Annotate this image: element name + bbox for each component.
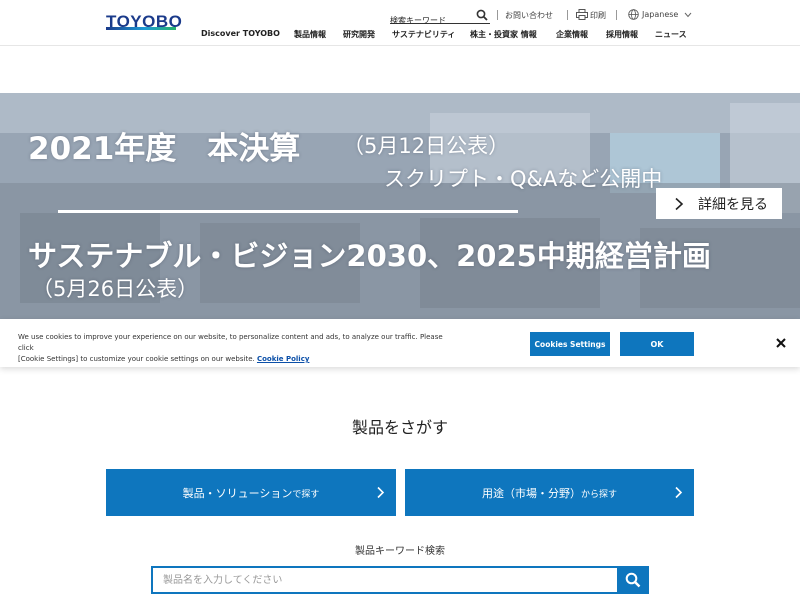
cookie-message-line2: [Cookie Settings] to customize your cook… (18, 355, 255, 363)
nav-sustainability[interactable]: サステナビリティ (392, 29, 455, 40)
hero-headline-3: サステナブル・ビジョン2030、2025中期経営計画 (28, 239, 711, 273)
nav-investors[interactable]: 株主・投資家 情報 (470, 29, 537, 40)
search-by-solution-main: 製品・ソリューション (182, 486, 293, 500)
divider (616, 10, 617, 20)
search-by-usage-suffix: から探す (580, 489, 617, 500)
search-icon[interactable] (476, 9, 488, 21)
cookies-settings-button[interactable]: Cookies Settings (530, 332, 610, 356)
keyword-search-button[interactable] (617, 566, 649, 594)
keyword-search-label: 製品キーワード検索 (355, 546, 445, 557)
search-by-usage-main: 用途（市場・分野） (481, 486, 581, 500)
cookie-message: We use cookies to improve your experienc… (18, 332, 458, 365)
keyword-search-field (151, 566, 619, 594)
search-by-solution-button[interactable]: 製品・ソリューションで探す (106, 469, 396, 516)
search-by-solution-suffix: で探す (292, 489, 320, 500)
hero-banner[interactable]: 2021年度 本決算 （5月12日公表） スクリプト・Q&Aなど公開中 サステナ… (0, 93, 800, 319)
print-icon[interactable] (576, 9, 588, 20)
close-icon[interactable] (774, 336, 788, 350)
chevron-right-icon (675, 486, 683, 499)
search-by-usage-button[interactable]: 用途（市場・分野）から探す (405, 469, 694, 516)
chevron-right-icon (675, 197, 684, 210)
search-by-solution-label: 製品・ソリューションで探す (183, 485, 320, 501)
chevron-down-icon (684, 12, 692, 18)
hero-divider (58, 210, 518, 213)
product-search-title: 製品をさがす (351, 418, 448, 437)
site-header: TOYOBO お問い合わせ 印刷 Japanese Discover TOYOB… (0, 0, 800, 46)
cookie-ok-button[interactable]: OK (620, 332, 694, 356)
language-selector[interactable]: Japanese (642, 10, 678, 19)
nav-news[interactable]: ニュース (655, 29, 687, 40)
chevron-right-icon (377, 486, 385, 499)
cookie-policy-link[interactable]: Cookie Policy (257, 355, 309, 363)
print-link[interactable]: 印刷 (590, 10, 606, 21)
divider (567, 10, 568, 20)
divider (497, 10, 498, 20)
hero-headline-1-date: （5月12日公表） (343, 134, 510, 158)
nav-discover[interactable]: Discover TOYOBO (201, 29, 280, 38)
nav-products[interactable]: 製品情報 (294, 29, 326, 40)
logo-color-bar (106, 27, 176, 30)
keyword-search-input[interactable] (153, 568, 617, 593)
detail-button-label: 詳細を見る (698, 196, 768, 213)
nav-careers[interactable]: 採用情報 (606, 29, 638, 40)
cookie-message-line1: We use cookies to improve your experienc… (18, 333, 443, 352)
site-search-input[interactable] (390, 13, 472, 28)
hero-headline-1: 2021年度 本決算 (28, 131, 301, 167)
site-search (390, 8, 490, 28)
cookie-banner: We use cookies to improve your experienc… (0, 319, 800, 367)
nav-research[interactable]: 研究開発 (343, 29, 375, 40)
hero-headline-4: （5月26日公表） (32, 277, 199, 301)
detail-button[interactable]: 詳細を見る (656, 188, 782, 219)
search-by-usage-label: 用途（市場・分野）から探す (482, 485, 617, 501)
nav-company[interactable]: 企業情報 (556, 29, 588, 40)
search-icon (625, 572, 641, 588)
contact-link[interactable]: お問い合わせ (505, 10, 553, 21)
globe-icon (628, 9, 639, 20)
hero-headline-2: スクリプト・Q&Aなど公開中 (384, 167, 663, 191)
